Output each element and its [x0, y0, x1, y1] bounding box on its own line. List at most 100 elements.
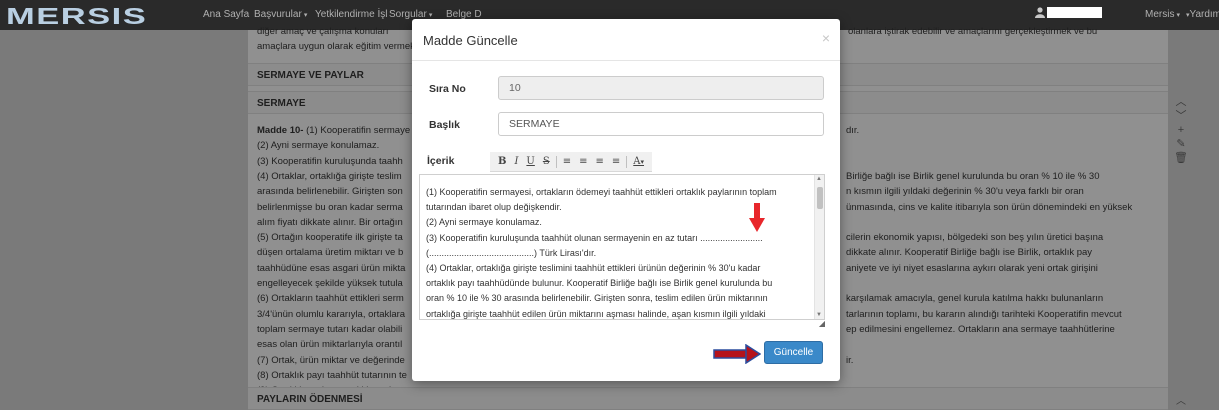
mersis-logo[interactable]: MERSIS	[6, 3, 147, 30]
scroll-thumb[interactable]	[817, 187, 823, 209]
modal-title: Madde Güncelle	[423, 33, 518, 48]
bg-left-line: (6) Ortakların taahhüt ettikleri serm	[257, 291, 404, 306]
font-color-button[interactable]: A▾	[633, 156, 644, 167]
chevron-down-icon[interactable]: ﹀	[1172, 109, 1190, 123]
red-arrow-right-icon	[713, 344, 761, 364]
editor-line: (1) Kooperatifin sermayesi, ortakların ö…	[426, 187, 777, 197]
sira-no-field[interactable]: 10	[498, 76, 824, 100]
bg-left-line: (5) Ortağın kooperatife ilk girişte ta	[257, 230, 403, 245]
bg-line-text: (5) Ortağın kooperatife ilk girişte ta	[257, 232, 403, 244]
scroll-down-icon[interactable]: ▼	[816, 312, 822, 318]
nav-basvurular[interactable]: Başvurular ▾	[254, 9, 307, 20]
editor-line: (4) Ortaklar, ortaklığa girişte teslimin…	[426, 263, 761, 274]
bg-line-text: esas olan ürün miktarlarıyla orantıl	[257, 339, 403, 351]
user-name-box	[1047, 7, 1102, 18]
bg-line-text: (4) Ortaklar, ortaklığa girişte teslim	[257, 170, 402, 182]
bg-line-text: düşen ortalama üretim miktarı ve b	[257, 247, 404, 259]
nav-ana-sayfa[interactable]: Ana Sayfa	[203, 9, 249, 20]
bg-left-line: 3/4'ünün olumlu kararıyla, ortaklara	[257, 307, 405, 322]
chevron-up-icon[interactable]: ︿	[1176, 392, 1186, 407]
align-right-button[interactable]: ≡	[595, 156, 603, 167]
bg-line-text: (3) Kooperatifin kuruluşunda taahh	[257, 155, 403, 167]
bold-button[interactable]: B	[498, 156, 506, 167]
bg-line-text: (8) Ortaklık payı taahhüt tutarının te	[257, 369, 407, 381]
bg-left-line: engelleyecek şekilde yüksek tutula	[257, 276, 403, 291]
bg-right-line: ep edilmesini engellemez. Ortakların ana…	[846, 323, 1115, 335]
section-paylarin-odenmesi[interactable]: PAYLARIN ÖDENMESİ	[248, 387, 1168, 410]
bg-left-line: alım fiyatı dikkate alınır. Bir ortağın	[257, 215, 403, 230]
nav-yetkilendirme[interactable]: Yetkilendirme İşl	[315, 9, 387, 20]
editor-content-area[interactable]: (1) Kooperatifin sermayesi, ortakların ö…	[419, 174, 825, 320]
editor-scrollbar[interactable]: ▲ ▼	[814, 175, 824, 319]
bg-left-line: düşen ortalama üretim miktarı ve b	[257, 245, 403, 260]
strikethrough-button[interactable]: S	[543, 156, 550, 167]
align-justify-button[interactable]: ≡	[612, 156, 620, 167]
bg-right-line: n kısmın ilgili yıldaki değerinin % 30'u…	[846, 186, 1084, 198]
icerik-editor: İçerik B I U S ≡ ≡ ≡ ≡ A▾ (1) Kooperatif…	[412, 150, 840, 328]
bg-left-line: toplam sermaye tutarı kadar olabili	[257, 322, 402, 337]
resize-handle-icon[interactable]: ◢	[819, 319, 825, 328]
bg-left-line: esas olan ürün miktarlarıyla orantıl	[257, 337, 402, 352]
bg-left-line: (7) Ortak, ürün miktar ve değerinde	[257, 353, 405, 368]
align-left-button[interactable]: ≡	[563, 156, 571, 167]
nav-yardim[interactable]: ▾Yardım	[1184, 9, 1219, 20]
editor-line: ortaklığa girişte taahhüt edilen ürün mi…	[426, 308, 766, 319]
chevron-up-icon[interactable]: ︿	[1172, 95, 1190, 109]
bg-line-text: (2) Ayni sermaye konulamaz.	[257, 140, 380, 152]
toolbar-divider	[626, 155, 628, 168]
side-toolbar: ︿ ﹀ + ✎ 🗑	[1172, 95, 1190, 165]
bg-line-text: (6) Ortakların taahhüt ettikleri serm	[257, 293, 404, 305]
bg-right-line: ir.	[846, 354, 854, 366]
editor-line: oran % 10 ile % 30 arasında belirlenebil…	[426, 293, 768, 304]
editor-line: ortaklık payı taahhüdünde bulunur. Koope…	[426, 278, 773, 289]
bg-line-text: engelleyecek şekilde yüksek tutula	[257, 278, 403, 289]
user-icon	[1035, 7, 1047, 19]
icerik-label: İçerik	[427, 155, 455, 167]
bg-line-text: belirlenmişse bu oran kadar serma	[257, 201, 403, 213]
article-number: Madde 10-	[257, 125, 304, 136]
bg-line-text: (7) Ortak, ürün miktar ve değerinde	[257, 354, 405, 366]
bg-line-text: alım fiyatı dikkate alınır. Bir ortağın	[257, 216, 403, 228]
bg-line: olanlara iştirak edebilir ve amaçlarını …	[848, 26, 1098, 37]
close-icon[interactable]: ×	[822, 30, 830, 46]
bg-left-line: taahhüdüne esas asgari ürün mikta	[257, 261, 405, 276]
bg-right-line: karşılamak amacıyla, genel kurula katılm…	[846, 293, 1104, 305]
bg-line-text: arasında belirlenebilir. Girişten son	[257, 186, 403, 198]
bg-left-line: arasında belirlenebilir. Girişten son	[257, 184, 403, 199]
underline-button[interactable]: U	[526, 156, 534, 167]
editor-toolbar: B I U S ≡ ≡ ≡ ≡ A▾	[490, 152, 653, 172]
bg-right-line: Birliğe bağlı ise Birlik genel kurulunda…	[846, 170, 1100, 182]
scroll-up-icon[interactable]: ▲	[816, 176, 822, 182]
nav-mersis[interactable]: Mersis ▾	[1145, 9, 1180, 20]
bg-right-line: cilerin ekonomik yapısı, bölgedeki son b…	[846, 232, 1104, 244]
bg-line-text: taahhüdüne esas asgari ürün mikta	[257, 262, 406, 274]
editor-line: (.......................................…	[426, 247, 597, 258]
edit-icon[interactable]: ✎	[1172, 137, 1190, 151]
madde-guncelle-modal: Madde Güncelle × Sıra No 10 Başlık SERMA…	[412, 19, 840, 381]
baslik-field[interactable]: SERMAYE	[498, 112, 824, 136]
plus-icon[interactable]: +	[1172, 123, 1190, 137]
bg-left-line: (2) Ayni sermaye konulamaz.	[257, 138, 379, 153]
bg-right-line: ünmasında, cins ve kalite itibarıyla son…	[846, 201, 1133, 213]
toolbar-divider	[555, 155, 557, 168]
modal-header: Madde Güncelle ×	[412, 19, 840, 61]
guncelle-button[interactable]: Güncelle	[764, 341, 823, 364]
align-center-button[interactable]: ≡	[579, 156, 587, 167]
sira-no-label: Sıra No	[429, 83, 466, 95]
bg-left-line: Madde 10- (1) Kooperatifin sermaye	[257, 123, 410, 138]
bg-line: amaçlara uygun olarak eğitim vermek	[257, 41, 415, 52]
bg-line-text: 3/4'ünün olumlu kararıyla, ortaklara	[257, 308, 406, 320]
bg-right-line: dikkate alınır. Kooperatif Birliğe bağlı…	[846, 247, 1093, 259]
italic-button[interactable]: I	[514, 156, 518, 167]
bg-left-line: (4) Ortaklar, ortaklığa girişte teslim	[257, 169, 402, 184]
bg-line-text: (1) Kooperatifin sermaye	[303, 125, 411, 136]
trash-icon[interactable]: 🗑	[1172, 151, 1190, 165]
bg-line-text: toplam sermaye tutarı kadar olabili	[257, 323, 403, 335]
bg-line: diğer amaç ve çalışma konuları	[257, 26, 389, 37]
bg-left-line: (3) Kooperatifin kuruluşunda taahh	[257, 154, 403, 169]
baslik-label: Başlık	[429, 119, 460, 131]
bg-left-line: (8) Ortaklık payı taahhüt tutarının te	[257, 368, 407, 383]
bg-right-line: dır.	[846, 125, 860, 136]
bg-right-line: aniyete ve iyi niyet esaslarına aykırı o…	[846, 262, 1098, 274]
bg-left-line: belirlenmişse bu oran kadar serma	[257, 200, 403, 215]
